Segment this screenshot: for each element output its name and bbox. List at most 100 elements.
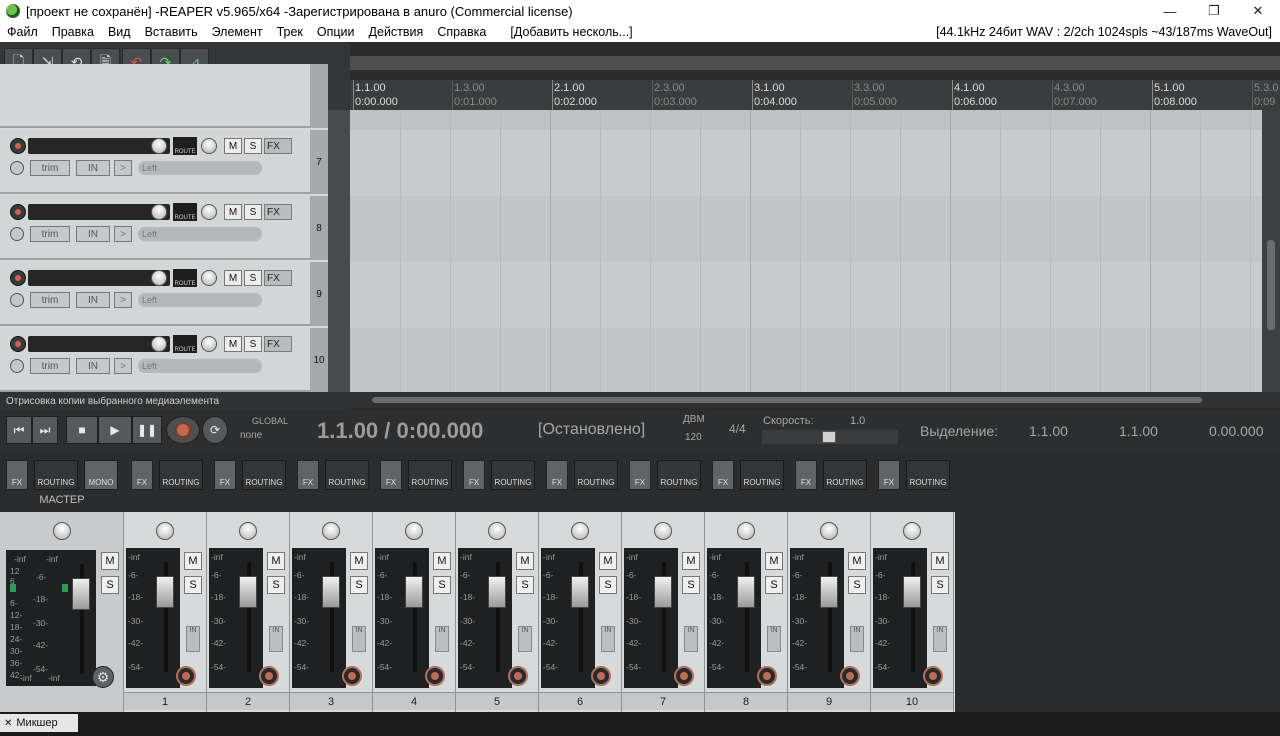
fx-button[interactable]: FX bbox=[264, 138, 292, 154]
channel-record-arm[interactable] bbox=[923, 666, 943, 686]
gear-icon[interactable]: ⚙ bbox=[92, 666, 114, 688]
channel-fader[interactable] bbox=[820, 576, 838, 608]
channel-fx-button[interactable]: FX bbox=[795, 460, 817, 490]
channel-input-button[interactable]: IN bbox=[269, 626, 283, 652]
channel-input-button[interactable]: IN bbox=[186, 626, 200, 652]
channel-record-arm[interactable] bbox=[342, 666, 362, 686]
channel-fx-button[interactable]: FX bbox=[629, 460, 651, 490]
channel-fader[interactable] bbox=[322, 576, 340, 608]
channel-pan-knob[interactable] bbox=[156, 522, 174, 540]
track-lane[interactable] bbox=[350, 110, 1262, 130]
channel-mute-button[interactable]: M bbox=[267, 552, 285, 570]
channel-routing-button[interactable]: ROUTING bbox=[823, 460, 867, 490]
stop-button[interactable]: ■ bbox=[66, 416, 98, 444]
phase-icon[interactable] bbox=[10, 359, 24, 373]
channel-pan-knob[interactable] bbox=[571, 522, 589, 540]
solo-button[interactable]: S bbox=[244, 270, 262, 286]
channel-fx-button[interactable]: FX bbox=[380, 460, 402, 490]
selection-end[interactable]: 1.1.00 bbox=[1119, 423, 1158, 439]
record-arm-icon[interactable] bbox=[10, 204, 26, 220]
pan-knob[interactable] bbox=[201, 270, 217, 286]
channel-solo-button[interactable]: S bbox=[765, 576, 783, 594]
master-mono-button[interactable]: MONO bbox=[84, 460, 118, 490]
close-button[interactable]: ✕ bbox=[1236, 0, 1280, 22]
mixer-tab[interactable]: ✕ Микшер bbox=[0, 714, 78, 732]
channel-routing-button[interactable]: ROUTING bbox=[325, 460, 369, 490]
ruler-region-lane[interactable] bbox=[350, 56, 1280, 70]
channel-mute-button[interactable]: M bbox=[765, 552, 783, 570]
channel-record-arm[interactable] bbox=[674, 666, 694, 686]
input-select[interactable]: Left bbox=[138, 227, 262, 241]
channel-input-button[interactable]: IN bbox=[684, 626, 698, 652]
channel-mute-button[interactable]: M bbox=[516, 552, 534, 570]
channel-mute-button[interactable]: M bbox=[184, 552, 202, 570]
fx-button[interactable]: FX bbox=[264, 204, 292, 220]
mute-button[interactable]: M bbox=[224, 270, 242, 286]
vertical-scroll-thumb[interactable] bbox=[1267, 240, 1275, 330]
channel-record-arm[interactable] bbox=[425, 666, 445, 686]
route-button[interactable]: ROUTE bbox=[173, 137, 197, 155]
channel-mute-button[interactable]: M bbox=[848, 552, 866, 570]
menu-track[interactable]: Трек bbox=[270, 25, 310, 39]
track-name-field[interactable] bbox=[28, 204, 170, 220]
channel-routing-button[interactable]: ROUTING bbox=[408, 460, 452, 490]
master-fx-button[interactable]: FX bbox=[6, 460, 28, 490]
menu-item[interactable]: Элемент bbox=[205, 25, 270, 39]
channel-input-button[interactable]: IN bbox=[933, 626, 947, 652]
track-name-field[interactable] bbox=[28, 270, 170, 286]
mute-button[interactable]: M bbox=[224, 336, 242, 352]
record-arm-icon[interactable] bbox=[10, 138, 26, 154]
rate-slider-handle[interactable] bbox=[822, 431, 836, 443]
channel-routing-button[interactable]: ROUTING bbox=[491, 460, 535, 490]
volume-knob[interactable] bbox=[151, 336, 167, 352]
go-to-start-button[interactable]: ⏮ bbox=[6, 416, 32, 444]
channel-record-arm[interactable] bbox=[591, 666, 611, 686]
trim-button[interactable]: trim bbox=[30, 226, 70, 242]
channel-solo-button[interactable]: S bbox=[433, 576, 451, 594]
channel-fx-button[interactable]: FX bbox=[878, 460, 900, 490]
track-name-field[interactable] bbox=[28, 138, 170, 154]
menu-view[interactable]: Вид bbox=[101, 25, 138, 39]
route-button[interactable]: ROUTE bbox=[173, 335, 197, 353]
channel-mute-button[interactable]: M bbox=[931, 552, 949, 570]
channel-record-arm[interactable] bbox=[508, 666, 528, 686]
master-fader[interactable] bbox=[72, 578, 90, 610]
pause-button[interactable]: ❚❚ bbox=[132, 416, 162, 444]
horizontal-scroll-thumb[interactable] bbox=[372, 397, 1202, 403]
channel-routing-button[interactable]: ROUTING bbox=[657, 460, 701, 490]
track-header[interactable]: ROUTE M S FX trim IN > Left 7 bbox=[0, 130, 328, 194]
record-arm-icon[interactable] bbox=[10, 336, 26, 352]
maximize-button[interactable]: ❐ bbox=[1192, 0, 1236, 22]
channel-fx-button[interactable]: FX bbox=[214, 460, 236, 490]
phase-icon[interactable] bbox=[10, 227, 24, 241]
track-header[interactable]: ROUTE M S FX trim IN > Left 8 bbox=[0, 196, 328, 260]
channel-pan-knob[interactable] bbox=[654, 522, 672, 540]
channel-pan-knob[interactable] bbox=[322, 522, 340, 540]
timeline-ruler[interactable]: 1.1.00 0:00.000 1.3.00 0:01.000 2.1.00 0… bbox=[350, 80, 1280, 110]
pan-knob[interactable] bbox=[201, 336, 217, 352]
bpm-value[interactable]: 120 bbox=[685, 432, 702, 443]
menu-insert[interactable]: Вставить bbox=[138, 25, 205, 39]
channel-fader[interactable] bbox=[737, 576, 755, 608]
channel-routing-button[interactable]: ROUTING bbox=[906, 460, 950, 490]
channel-solo-button[interactable]: S bbox=[682, 576, 700, 594]
channel-solo-button[interactable]: S bbox=[516, 576, 534, 594]
position-display[interactable]: 1.1.00 / 0:00.000 bbox=[317, 418, 483, 444]
input-monitor-button[interactable]: IN bbox=[76, 358, 110, 374]
mute-button[interactable]: M bbox=[224, 204, 242, 220]
rec-mode-button[interactable]: > bbox=[114, 358, 132, 374]
channel-solo-button[interactable]: S bbox=[267, 576, 285, 594]
trim-button[interactable]: trim bbox=[30, 358, 70, 374]
rec-mode-button[interactable]: > bbox=[114, 226, 132, 242]
track-header[interactable]: ROUTE M S FX trim IN > Left 10 bbox=[0, 328, 328, 392]
channel-record-arm[interactable] bbox=[757, 666, 777, 686]
input-select[interactable]: Left bbox=[138, 161, 262, 175]
solo-button[interactable]: S bbox=[244, 138, 262, 154]
channel-pan-knob[interactable] bbox=[903, 522, 921, 540]
channel-record-arm[interactable] bbox=[176, 666, 196, 686]
channel-pan-knob[interactable] bbox=[239, 522, 257, 540]
channel-fader[interactable] bbox=[156, 576, 174, 608]
channel-input-button[interactable]: IN bbox=[518, 626, 532, 652]
global-automation-select[interactable]: none bbox=[240, 430, 262, 441]
channel-mute-button[interactable]: M bbox=[350, 552, 368, 570]
